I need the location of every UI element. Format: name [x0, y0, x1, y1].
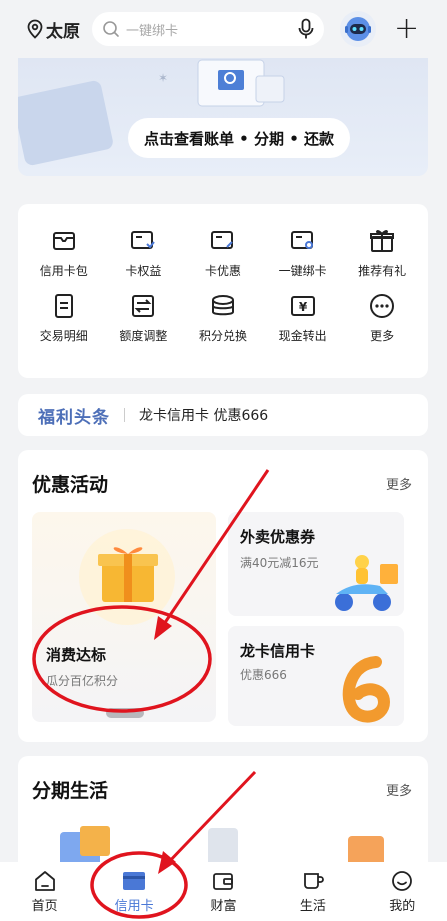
- service-item-more[interactable]: 更多: [344, 291, 420, 344]
- add-button[interactable]: +: [394, 14, 419, 44]
- top-bar: 太原 一键绑卡 +: [0, 0, 447, 58]
- home-icon: [34, 871, 55, 891]
- tile-subtitle: 优惠666: [240, 668, 287, 682]
- card-wallet-icon: [52, 232, 75, 250]
- search-placeholder: 一键绑卡: [126, 23, 179, 39]
- tile-title: 消费达标: [46, 646, 107, 664]
- tab-life[interactable]: 生活: [278, 869, 348, 914]
- service-item-label: 推荐有礼: [358, 264, 407, 278]
- smile-icon: [392, 871, 413, 891]
- tab-home[interactable]: 首页: [10, 869, 80, 914]
- delivery-scooter-icon: [335, 555, 398, 611]
- tile-title: 龙卡信用卡: [240, 642, 316, 660]
- service-item-card-benefit[interactable]: 卡权益: [105, 226, 181, 279]
- limit-adjust-icon: [132, 295, 155, 317]
- headline-text[interactable]: 龙卡信用卡 优惠666: [139, 405, 268, 425]
- more-icon: [370, 294, 395, 318]
- tile-subtitle: 满40元减16元: [240, 556, 319, 570]
- welfare-headline-bar[interactable]: 福利头条 龙卡信用卡 优惠666: [18, 394, 428, 436]
- service-item-label: 信用卡包: [39, 264, 88, 278]
- number-six-illustration: [342, 656, 391, 723]
- tab-label: 信用卡: [114, 899, 154, 914]
- service-item-label: 交易明细: [39, 329, 88, 343]
- cash-out-icon: ¥: [290, 296, 315, 316]
- bill-banner[interactable]: ✶ 点击查看账单 • 分期 • 还款: [18, 58, 428, 176]
- service-item-transaction-detail[interactable]: 交易明细: [26, 291, 102, 344]
- tile-subtitle: 瓜分百亿积分: [46, 674, 119, 688]
- welfare-headline-tag: 福利头条: [38, 407, 110, 428]
- gift-box-illustration: [79, 529, 175, 625]
- service-item-cash-out[interactable]: ¥ 现金转出: [265, 291, 341, 344]
- wallet-icon: [213, 873, 234, 890]
- service-item-label: 现金转出: [278, 329, 327, 343]
- card-benefit-icon: [131, 231, 156, 249]
- section-title: 优惠活动: [32, 474, 109, 496]
- carousel-indicator: [106, 708, 144, 718]
- banner-illustration: ✶: [18, 59, 285, 166]
- coffee-cup-icon: [303, 873, 324, 889]
- bind-card-icon: [290, 231, 313, 249]
- spending-target-card[interactable]: 消费达标 瓜分百亿积分: [32, 512, 216, 722]
- tab-label: 财富: [210, 899, 237, 914]
- tab-mine[interactable]: 我的: [367, 869, 437, 914]
- points-exchange-icon: [211, 295, 234, 316]
- service-item-label: 更多: [370, 329, 395, 343]
- dragon-card-offer-card[interactable]: 龙卡信用卡 优惠666: [228, 626, 404, 726]
- microphone-icon[interactable]: [298, 18, 314, 40]
- more-link[interactable]: 更多: [386, 780, 412, 799]
- search-icon: [103, 21, 119, 37]
- assistant-robot-avatar[interactable]: [340, 11, 376, 47]
- bottom-tab-bar: 首页 信用卡 财富 生活 我的: [0, 862, 447, 921]
- divider: [124, 408, 125, 422]
- tab-wealth[interactable]: 财富: [188, 869, 258, 914]
- service-item-gift[interactable]: 推荐有礼: [344, 226, 420, 279]
- location-pin-icon: [27, 19, 43, 39]
- service-item-label: 额度调整: [119, 329, 168, 343]
- section-title: 分期生活: [32, 780, 109, 802]
- service-item-label: 卡权益: [125, 264, 162, 278]
- transaction-detail-icon: [54, 294, 73, 318]
- gift-icon: [370, 230, 395, 252]
- service-item-label: 积分兑换: [198, 329, 247, 343]
- svg-text:✶: ✶: [158, 71, 168, 85]
- tab-label: 我的: [389, 899, 416, 914]
- installment-life-section: 分期生活 更多: [18, 756, 428, 878]
- service-item-card-discount[interactable]: 卡优惠: [185, 226, 261, 279]
- service-item-label: 一键绑卡: [278, 264, 327, 278]
- promotions-section: 优惠活动 更多 消费达标 瓜分百亿积分 外卖优惠券 满40元减16元 龙卡信用卡…: [18, 450, 428, 742]
- location-selector[interactable]: 太原: [26, 17, 80, 42]
- svg-text:¥: ¥: [298, 300, 307, 314]
- search-bar[interactable]: 一键绑卡: [92, 12, 324, 46]
- service-item-bind-card[interactable]: 一键绑卡: [265, 226, 341, 279]
- bill-installment-repay-button[interactable]: 点击查看账单 • 分期 • 还款: [128, 118, 350, 158]
- tab-label: 生活: [299, 899, 326, 914]
- tab-credit-card[interactable]: 信用卡: [99, 869, 169, 914]
- service-grid: 信用卡包 卡权益 卡优惠 一键绑卡 推荐有礼 交易明细 额度调整 积分兑换 ¥ 现金转出 更多: [18, 204, 428, 378]
- credit-card-icon: [123, 872, 146, 890]
- robot-icon: [345, 17, 371, 41]
- card-discount-icon: [210, 231, 233, 249]
- service-item-label: 卡优惠: [204, 264, 241, 278]
- location-label: 太原: [46, 21, 80, 42]
- tile-title: 外卖优惠券: [240, 528, 316, 546]
- service-item-points-exchange[interactable]: 积分兑换: [185, 291, 261, 344]
- service-item-card-wallet[interactable]: 信用卡包: [26, 226, 102, 279]
- service-item-limit-adjust[interactable]: 额度调整: [105, 291, 181, 344]
- tab-label: 首页: [31, 899, 58, 914]
- takeout-coupon-card[interactable]: 外卖优惠券 满40元减16元: [228, 512, 404, 616]
- more-link[interactable]: 更多: [386, 474, 412, 493]
